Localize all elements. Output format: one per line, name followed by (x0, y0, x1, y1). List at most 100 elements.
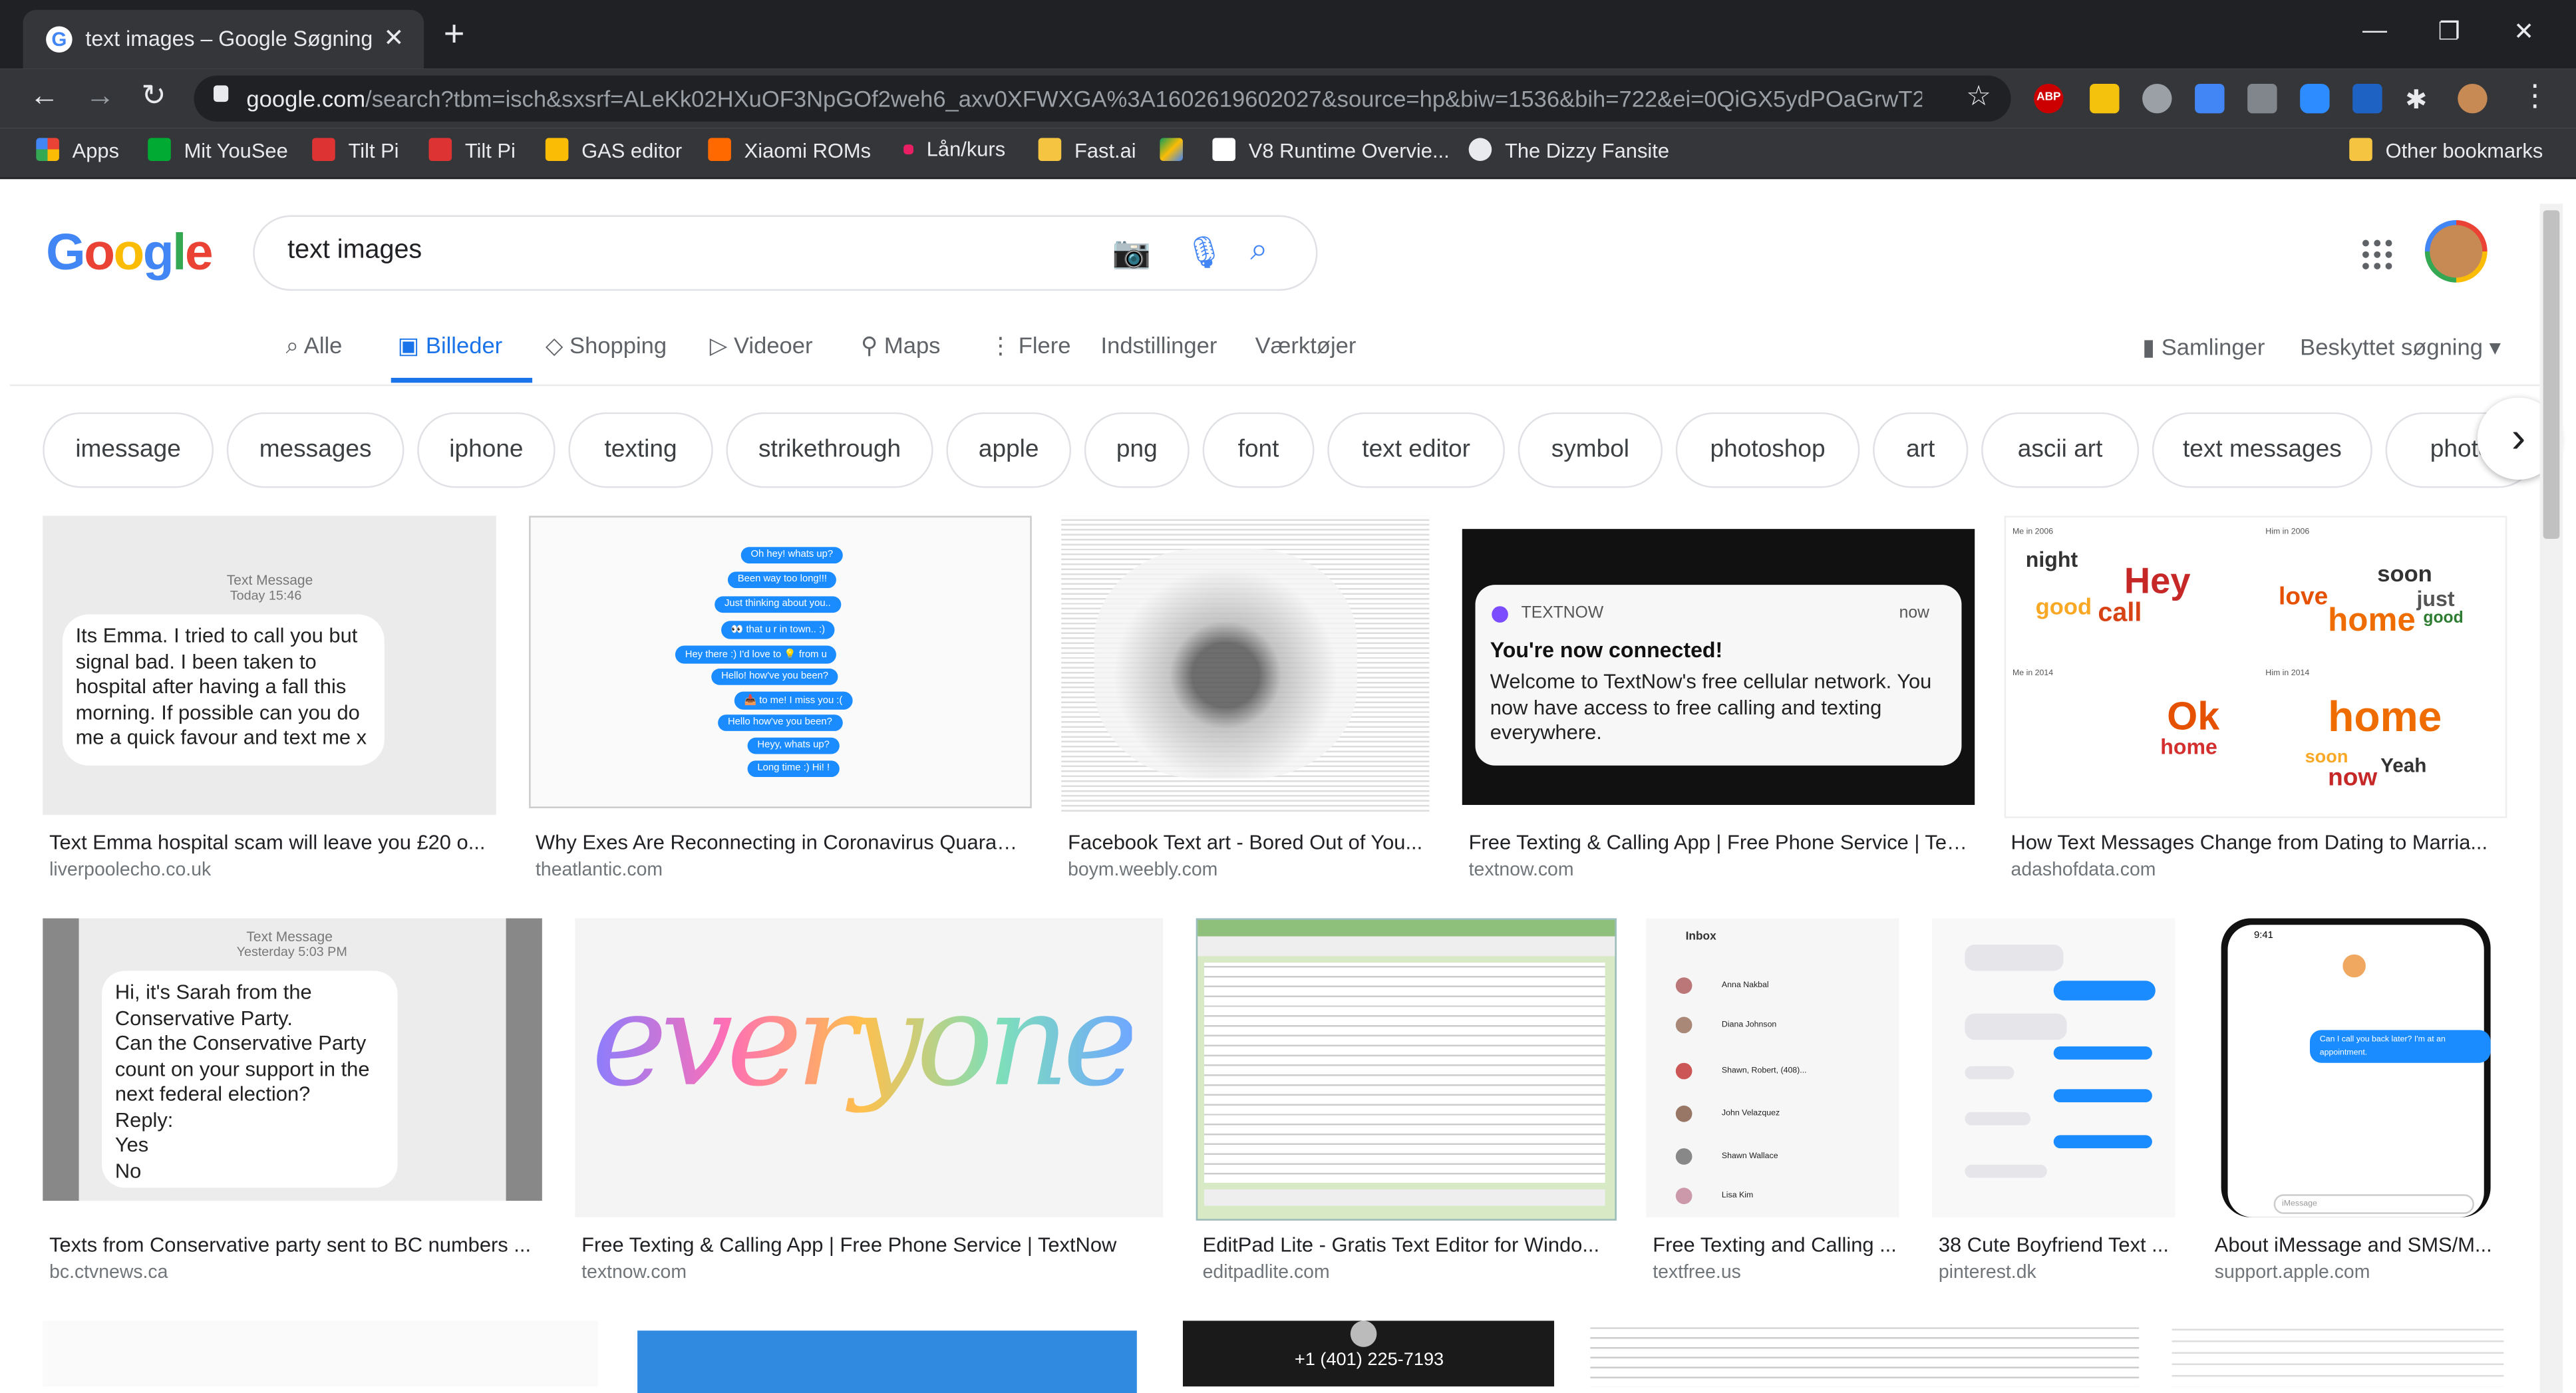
result-image[interactable]: TEXTNOW now You're now connected! Welcom… (1462, 529, 1975, 806)
result-image[interactable]: Text Message Yesterday 5:03 PM Hi, it's … (43, 918, 542, 1201)
result-caption[interactable]: Texts from Conservative party sent to BC… (49, 1234, 536, 1257)
result-caption[interactable]: EditPad Lite - Gratis Text Editor for Wi… (1203, 1234, 1613, 1257)
bookmark-tilt-pi-1[interactable]: Tilt Pi (312, 138, 399, 162)
chip-ascii-art[interactable]: ascii art (1981, 412, 2140, 488)
bookmark-dizzy-fansite[interactable]: The Dizzy Fansite (1468, 138, 1669, 162)
result-caption[interactable]: Free Texting & Calling App | Free Phone … (581, 1234, 1163, 1257)
back-arrow-icon[interactable]: ← (29, 79, 59, 114)
camera-icon[interactable]: 📷 (1112, 233, 1151, 273)
result-source[interactable]: textnow.com (1469, 861, 1574, 881)
notes-extension-icon[interactable] (2090, 83, 2120, 114)
chip-strikethrough[interactable]: strikethrough (726, 412, 933, 488)
restore-icon[interactable]: ❐ (2438, 17, 2460, 46)
result-caption[interactable]: Facebook Text art - Bored Out of You... (1068, 832, 1429, 855)
result-caption[interactable]: Text Emma hospital scam will leave you £… (49, 832, 493, 855)
result-source[interactable]: support.apple.com (2215, 1263, 2370, 1283)
result-caption[interactable]: Free Texting and Calling ... (1653, 1234, 1899, 1257)
globe-extension-icon[interactable] (2142, 83, 2172, 114)
tab-videoer[interactable]: ▷ Videoer (710, 332, 813, 360)
chip-messages[interactable]: messages (226, 412, 404, 488)
result-image[interactable]: everyone (575, 918, 1164, 1217)
translate-extension-icon[interactable] (2195, 83, 2225, 114)
chip-photoshop[interactable]: photoshop (1675, 412, 1860, 488)
result-image[interactable]: Inbox Anna Nakbal Diana Johnson Shawn, R… (1646, 918, 1899, 1217)
bookmark-mit-yousee[interactable]: Mit YouSee (148, 138, 288, 162)
result-image[interactable] (43, 1320, 598, 1387)
result-image[interactable] (2172, 1320, 2504, 1387)
tab-close-icon[interactable]: ✕ (383, 23, 404, 53)
zoom-extension-icon[interactable] (2300, 83, 2330, 114)
bookmark-drive[interactable] (1160, 138, 1196, 162)
extensions-puzzle-icon[interactable]: ✱ (2405, 84, 2434, 115)
result-caption[interactable]: How Text Messages Change from Dating to … (2011, 832, 2504, 855)
chip-imessage[interactable]: imessage (43, 412, 214, 488)
result-caption[interactable]: Free Texting & Calling App | Free Phone … (1469, 832, 1969, 855)
tab-shopping[interactable]: ◇ Shopping (546, 332, 667, 360)
result-caption[interactable]: Why Exes Are Reconnecting in Coronavirus… (536, 832, 1029, 855)
reader-extension-icon[interactable] (2247, 83, 2277, 114)
chip-text-messages[interactable]: text messages (2152, 412, 2372, 488)
result-source[interactable]: textnow.com (581, 1263, 687, 1283)
chip-text-editor[interactable]: text editor (1327, 412, 1505, 488)
chip-apple[interactable]: apple (946, 412, 1072, 488)
result-source[interactable]: liverpoolecho.co.uk (49, 861, 211, 881)
bookmark-star-icon[interactable]: ☆ (1966, 80, 1991, 113)
result-source[interactable]: theatlantic.com (536, 861, 663, 881)
page-scrollbar[interactable] (2539, 204, 2563, 1393)
result-source[interactable]: editpadlite.com (1203, 1263, 1330, 1283)
bookmark-lan-kurs[interactable]: Lån/kurs (903, 138, 1005, 161)
other-bookmarks[interactable]: Other bookmarks (2349, 138, 2543, 162)
scrollbar-thumb[interactable] (2543, 210, 2560, 539)
new-tab-button[interactable]: + (444, 15, 465, 53)
address-bar[interactable]: google.com/search?tbm=isch&sxsrf=ALeKk02… (194, 75, 2011, 122)
bookmark-gas-editor[interactable]: GAS editor (545, 138, 682, 162)
result-image[interactable]: Oh hey! whats up? Been way too long!!! J… (529, 516, 1032, 808)
microphone-icon[interactable]: 🎙 (1184, 233, 1224, 273)
adblock-extension-icon[interactable]: ABP (2034, 83, 2064, 114)
tab-indstillinger[interactable]: Indstillinger (1100, 332, 1217, 359)
window-close-icon[interactable]: ✕ (2513, 17, 2534, 46)
tab-flere[interactable]: ⋮ Flere (989, 332, 1071, 360)
result-caption[interactable]: 38 Cute Boyfriend Text ... (1939, 1234, 2175, 1257)
result-image[interactable]: 9:41 Can I call you back later? I'm at a… (2207, 918, 2504, 1217)
bookmark-tilt-pi-2[interactable]: Tilt Pi (428, 138, 516, 162)
search-query[interactable]: text images (287, 237, 422, 266)
chip-art[interactable]: art (1873, 412, 1969, 488)
result-image[interactable] (1590, 1320, 2140, 1387)
reload-icon[interactable]: ↻ (141, 79, 166, 114)
result-image[interactable] (637, 1330, 1137, 1393)
chip-texting[interactable]: texting (568, 412, 713, 488)
google-logo[interactable]: Google (46, 224, 213, 283)
tab-vaerktoejer[interactable]: Værktøjer (1255, 332, 1357, 359)
chip-symbol[interactable]: symbol (1518, 412, 1663, 488)
minimize-icon[interactable]: — (2362, 17, 2387, 45)
result-source[interactable]: adashofdata.com (2011, 861, 2156, 881)
search-icon[interactable]: ⌕ (1250, 233, 1267, 269)
result-source[interactable]: textfree.us (1653, 1263, 1741, 1283)
tab-maps[interactable]: ⚲ Maps (861, 332, 940, 360)
tab-billeder[interactable]: ▣ Billeder (398, 332, 503, 360)
result-image[interactable]: Text Message Today 15:46 Its Emma. I tri… (43, 516, 496, 815)
forward-arrow-icon[interactable]: → (85, 79, 114, 114)
tab-alle[interactable]: ⌕ Alle (286, 332, 343, 360)
result-caption[interactable]: About iMessage and SMS/M... (2215, 1234, 2504, 1257)
bookmark-v8-runtime[interactable]: V8 Runtime Overvie... (1212, 138, 1450, 162)
result-source[interactable]: pinterest.dk (1939, 1263, 2036, 1283)
bookmark-fast-ai[interactable]: Fast.ai (1038, 138, 1136, 162)
result-source[interactable]: boym.weebly.com (1068, 861, 1217, 881)
browser-tab[interactable]: G text images – Google Søgning ✕ (23, 9, 424, 69)
result-image[interactable]: Me in 2006 Him in 2006 Me in 2014 Him in… (2004, 516, 2507, 818)
google-apps-icon[interactable] (2362, 239, 2392, 269)
profile-avatar-icon[interactable] (2458, 83, 2488, 114)
menu-kebab-icon[interactable]: ⋮ (2520, 79, 2549, 114)
search-input[interactable]: text images 📷 🎙 ⌕ (253, 215, 1318, 291)
chip-iphone[interactable]: iphone (417, 412, 556, 488)
uipath-extension-icon[interactable] (2352, 83, 2382, 114)
safesearch-dropdown[interactable]: Beskyttet søgning ▾ (2300, 333, 2501, 361)
chip-font[interactable]: font (1202, 412, 1315, 488)
result-source[interactable]: bc.ctvnews.ca (49, 1263, 168, 1283)
saved-collections-button[interactable]: ▮ Samlinger (2142, 333, 2265, 361)
account-avatar[interactable] (2424, 220, 2488, 283)
result-image[interactable]: +1 (401) 225-7193 (1182, 1320, 1555, 1387)
result-image[interactable] (1196, 918, 1617, 1221)
